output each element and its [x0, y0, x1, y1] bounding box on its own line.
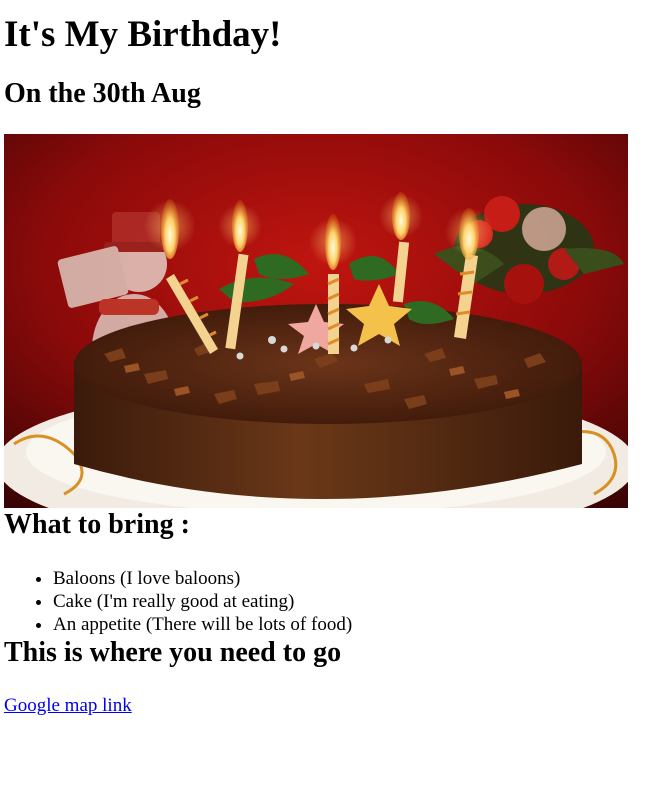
google-map-link[interactable]: Google map link	[4, 694, 132, 717]
list-item: Baloons (I love baloons)	[53, 567, 650, 590]
what-to-bring-heading: What to bring :	[4, 509, 190, 540]
page: It's My Birthday! On the 30th Aug What t…	[0, 0, 654, 717]
birthday-cake-image	[4, 134, 628, 508]
party-date: On the 30th Aug	[4, 78, 201, 109]
list-item: Cake (I'm really good at eating)	[53, 590, 650, 613]
bring-list: Baloons (I love baloons) Cake (I'm reall…	[4, 567, 650, 636]
directions-heading: This is where you need to go	[4, 637, 342, 668]
page-title: It's My Birthday!	[4, 14, 282, 55]
list-item: An appetite (There will be lots of food)	[53, 613, 650, 636]
